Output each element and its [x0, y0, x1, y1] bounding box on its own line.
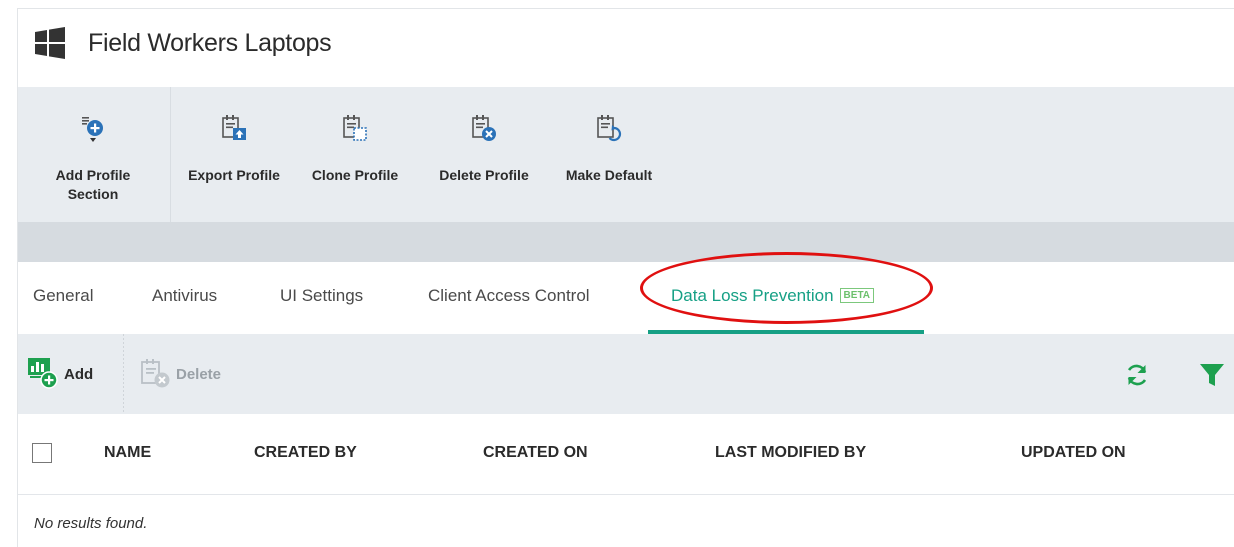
tab-antivirus[interactable]: Antivirus — [152, 286, 217, 306]
export-profile-label: Export Profile — [188, 167, 280, 183]
make-default-icon — [597, 115, 622, 142]
empty-results-message: No results found. — [34, 515, 148, 532]
column-header-updated-on[interactable]: UPDATED ON — [1021, 444, 1126, 462]
delete-profile-button[interactable]: Delete Profile — [422, 87, 546, 222]
profile-tabs: General Antivirus UI Settings Client Acc… — [18, 262, 1234, 334]
column-header-created-on[interactable]: CREATED ON — [483, 444, 588, 462]
page-header: Field Workers Laptops — [18, 9, 1234, 87]
tab-label: Data Loss Prevention — [671, 286, 834, 305]
table-header: NAME CREATED BY CREATED ON LAST MODIFIED… — [18, 414, 1234, 495]
table-actionbar: Add Delete — [18, 334, 1234, 414]
tab-data-loss-prevention[interactable]: Data Loss Prevention BETA — [671, 286, 875, 306]
clone-profile-label: Clone Profile — [311, 167, 399, 183]
tab-label: UI Settings — [280, 286, 364, 305]
delete-item-icon — [141, 359, 170, 388]
tab-ui-settings[interactable]: UI Settings — [280, 286, 363, 306]
profile-page: Field Workers Laptops Add Profile Sectio… — [0, 0, 1234, 547]
tab-client-access-control[interactable]: Client Access Control — [428, 286, 590, 306]
export-profile-icon — [222, 115, 246, 140]
column-header-created-by[interactable]: CREATED BY — [254, 444, 357, 462]
add-section-icon — [82, 117, 103, 142]
clone-profile-icon — [343, 115, 367, 141]
export-profile-button[interactable]: Export Profile — [176, 87, 292, 222]
page-title: Field Workers Laptops — [88, 29, 332, 57]
action-separator — [123, 334, 124, 414]
tab-label: Antivirus — [152, 286, 218, 305]
delete-profile-label: Delete Profile — [439, 167, 529, 183]
add-item-icon — [28, 358, 58, 389]
add-profile-section-label: Add Profile Section — [55, 167, 131, 202]
delete-label: Delete — [176, 366, 222, 383]
delete-button[interactable]: Delete — [138, 356, 248, 392]
column-header-name[interactable]: NAME — [104, 444, 151, 462]
toolbar-divider — [170, 87, 171, 222]
clone-profile-button[interactable]: Clone Profile — [300, 87, 410, 222]
make-default-label: Make Default — [565, 167, 653, 183]
filter-icon[interactable] — [1198, 361, 1226, 389]
windows-logo-icon — [35, 27, 65, 59]
column-header-last-modified-by[interactable]: LAST MODIFIED BY — [715, 444, 866, 462]
delete-profile-icon — [472, 115, 496, 141]
add-profile-section-button[interactable]: Add Profile Section — [18, 87, 168, 222]
beta-badge: BETA — [839, 288, 875, 303]
toolbar-separator-band — [18, 222, 1234, 262]
tab-label: Client Access Control — [428, 286, 590, 305]
add-button[interactable]: Add — [26, 356, 111, 392]
tab-general[interactable]: General — [33, 286, 93, 306]
profile-toolbar: Add Profile Section Export Profile Clone… — [18, 87, 1234, 222]
refresh-icon[interactable] — [1123, 361, 1151, 389]
make-default-button[interactable]: Make Default — [554, 87, 664, 222]
select-all-checkbox[interactable] — [32, 443, 52, 463]
tab-label: General — [33, 286, 94, 305]
add-label: Add — [64, 366, 94, 383]
